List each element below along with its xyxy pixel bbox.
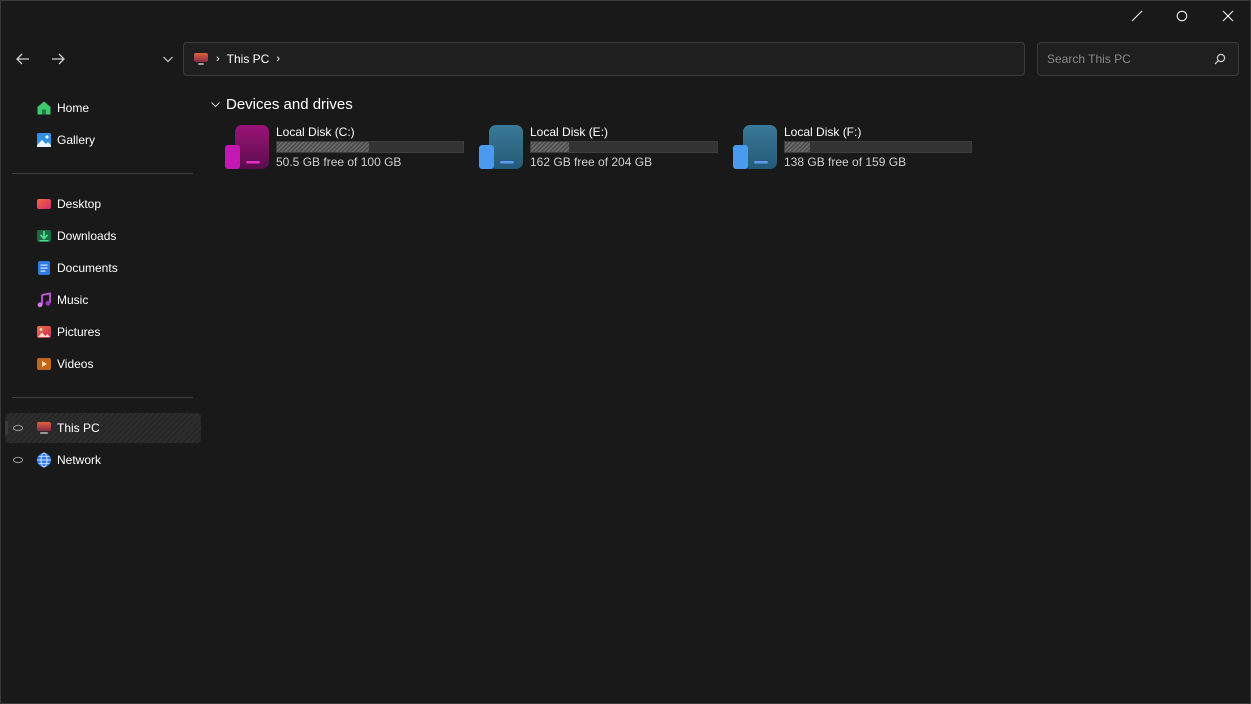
close-icon — [1222, 10, 1234, 22]
drive-usage-bar — [784, 141, 972, 153]
sidebar-item-gallery[interactable]: Gallery — [5, 125, 201, 155]
drive-c-icon — [225, 125, 269, 169]
minimize-button[interactable] — [1114, 1, 1160, 31]
section-title: Devices and drives — [226, 96, 353, 113]
breadcrumb-separator[interactable]: › — [276, 53, 280, 65]
drive-free-space: 50.5 GB free of 100 GB — [276, 155, 402, 169]
drive-usage-fill — [785, 142, 810, 152]
drive-free-space: 138 GB free of 159 GB — [784, 155, 907, 169]
home-icon — [37, 101, 51, 115]
arrow-right-icon — [52, 53, 65, 65]
drive-name: Local Disk (F:) — [784, 125, 862, 139]
sidebar-item-desktop[interactable]: Desktop — [5, 189, 201, 219]
file-explorer-window: › This PC › Home Gallery Desktop — [0, 0, 1251, 704]
forward-button[interactable] — [44, 45, 72, 73]
search-icon[interactable] — [1214, 53, 1226, 65]
arrow-left-icon — [16, 53, 29, 65]
sidebar-item-label: This PC — [57, 421, 100, 435]
chevron-down-icon[interactable] — [210, 99, 221, 110]
sidebar-item-label: Desktop — [57, 197, 102, 211]
drive-free-space: 162 GB free of 204 GB — [530, 155, 653, 169]
sidebar-item-home[interactable]: Home — [5, 93, 201, 123]
drive-e-icon — [479, 125, 523, 169]
close-button[interactable] — [1205, 1, 1251, 31]
chevron-down-icon — [163, 56, 173, 63]
sidebar-item-pictures[interactable]: Pictures — [5, 317, 201, 347]
sidebar-item-label: Pictures — [57, 325, 101, 339]
drive-tile-f[interactable]: Local Disk (F:) 138 GB free of 159 GB — [733, 122, 983, 172]
this-pc-icon — [194, 53, 208, 65]
breadcrumb-this-pc[interactable]: This PC — [227, 52, 270, 66]
network-icon — [37, 452, 51, 468]
sidebar-item-network[interactable]: Network — [5, 445, 201, 475]
drive-tile-c[interactable]: Local Disk (C:) 50.5 GB free of 100 GB — [225, 122, 475, 172]
sidebar-item-documents[interactable]: Documents — [5, 253, 201, 283]
this-pc-icon — [37, 422, 51, 434]
sidebar-divider — [12, 397, 193, 398]
maximize-icon — [1176, 10, 1188, 22]
music-folder-icon — [37, 292, 51, 308]
expand-chevron-icon[interactable] — [13, 455, 23, 465]
sidebar-item-label: Home — [57, 101, 90, 115]
drive-name: Local Disk (C:) — [276, 125, 355, 139]
sidebar-item-label: Documents — [57, 261, 118, 275]
sidebar-item-label: Network — [57, 453, 102, 467]
drive-usage-bar — [530, 141, 718, 153]
search-input[interactable] — [1047, 52, 1207, 66]
recent-locations-button[interactable] — [154, 45, 182, 73]
sidebar-item-label: Music — [57, 293, 89, 307]
downloads-folder-icon — [37, 230, 51, 242]
documents-folder-icon — [38, 261, 50, 275]
videos-folder-icon — [37, 358, 51, 370]
drive-usage-fill — [531, 142, 570, 152]
back-button[interactable] — [9, 45, 37, 73]
sidebar-item-label: Videos — [57, 357, 94, 371]
sidebar-item-label: Gallery — [57, 133, 96, 147]
sidebar-item-downloads[interactable]: Downloads — [5, 221, 201, 251]
pictures-folder-icon — [37, 326, 51, 338]
breadcrumb-separator[interactable]: › — [216, 53, 220, 65]
drive-f-icon — [733, 125, 777, 169]
section-header-devices[interactable]: Devices and drives — [210, 96, 353, 113]
search-box[interactable] — [1037, 42, 1239, 76]
sidebar-divider — [12, 173, 193, 174]
drive-usage-fill — [277, 142, 370, 152]
drive-usage-bar — [276, 141, 464, 153]
drive-tile-e[interactable]: Local Disk (E:) 162 GB free of 204 GB — [479, 122, 729, 172]
expand-chevron-icon[interactable] — [13, 423, 23, 433]
desktop-folder-icon — [37, 199, 51, 209]
address-bar[interactable]: › This PC › — [183, 42, 1025, 76]
sidebar-item-videos[interactable]: Videos — [5, 349, 201, 379]
minimize-icon — [1131, 10, 1143, 22]
drive-name: Local Disk (E:) — [530, 125, 609, 139]
sidebar-item-music[interactable]: Music — [5, 285, 201, 315]
sidebar-item-this-pc[interactable]: This PC — [5, 413, 201, 443]
sidebar-item-label: Downloads — [57, 229, 117, 243]
gallery-icon — [37, 133, 51, 147]
maximize-button[interactable] — [1159, 1, 1205, 31]
